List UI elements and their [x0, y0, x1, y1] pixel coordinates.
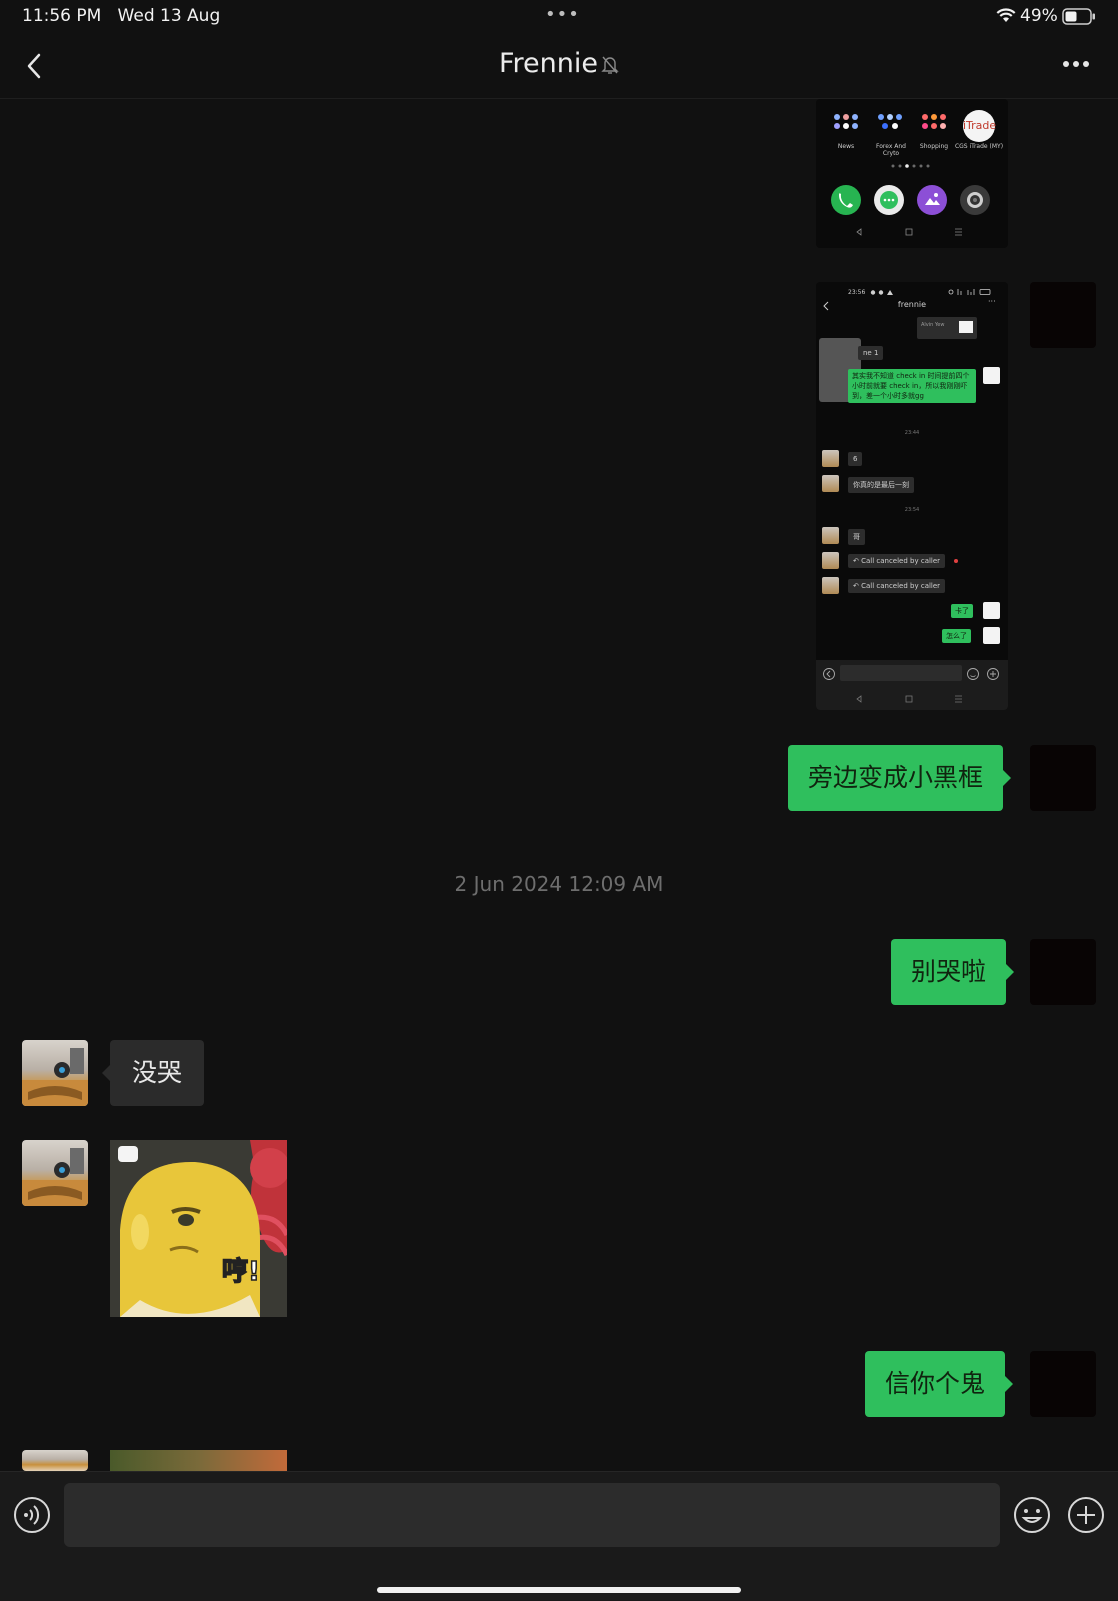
chat-timestamp: 2 Jun 2024 12:09 AM [454, 872, 664, 896]
mini-more-icon: ··· [988, 297, 996, 306]
mini-battery-icons [948, 289, 991, 295]
avatar-contact[interactable] [22, 1450, 88, 1471]
message-input[interactable] [64, 1483, 1000, 1547]
svg-text:哼!: 哼! [222, 1256, 260, 1287]
avatar-me[interactable] [1030, 1351, 1096, 1417]
mini-input-bar [816, 660, 1008, 710]
mini-timestamp: 23:54 [904, 507, 920, 513]
bell-slash-icon [601, 56, 619, 74]
folder-news-icon [832, 113, 860, 131]
home-indicator[interactable] [377, 1587, 741, 1593]
battery-percent: 49% [1020, 6, 1058, 26]
app-label: Shopping [919, 143, 949, 150]
itrade-logo: iTrade [963, 110, 996, 142]
input-bar [0, 1471, 1118, 1601]
mini-avatar-them [822, 450, 839, 467]
mini-avatar-me [983, 627, 1000, 644]
chat-header: Frennie [0, 34, 1118, 99]
message-bubble-outgoing[interactable]: 旁边变成小黑框 [788, 745, 1012, 811]
mini-bubble: ↶ Call canceled by caller [848, 554, 946, 568]
screenshot-image-chat[interactable]: 23:56 frennie ··· Alvin Yew ne 1 其实我不知道 … [816, 282, 1008, 710]
screenshot-image-home[interactable]: iTrade News Forex And Cryto Shopping CGS… [816, 99, 1008, 248]
mini-avatar-them [822, 475, 839, 492]
avatar-me[interactable] [1030, 282, 1096, 348]
image-message-partial[interactable] [110, 1450, 287, 1471]
mini-bubble-green: 其实我不知道 check in 时间提前四个小时前就要 check in，所以我… [848, 369, 976, 403]
android-nav-icon [856, 228, 962, 236]
gallery-icon [917, 185, 947, 215]
avatar-me[interactable] [1030, 939, 1096, 1005]
battery-icon [1062, 8, 1095, 25]
page-dots-icon [891, 164, 930, 168]
mini-status-icons [870, 290, 893, 295]
app-label: Forex And Cryto [875, 143, 906, 157]
mini-unread-dot [954, 559, 958, 563]
mini-avatar-them [822, 577, 839, 594]
mini-avatar-them [822, 527, 839, 544]
status-bar: 11:56 PM Wed 13 Aug ••• 49% [0, 0, 1118, 34]
wifi-icon [996, 8, 1016, 22]
avatar-contact[interactable] [22, 1140, 88, 1206]
app-label: CGS iTrade (MY) [954, 143, 1004, 150]
mini-bubble: ↶ Call canceled by caller [848, 579, 946, 593]
mini-time: 23:56 [848, 289, 866, 296]
mini-title: frennie [897, 300, 927, 309]
mini-timestamp: 23:44 [904, 430, 920, 436]
mini-bubble-green: 怎么了 [942, 629, 971, 643]
mini-bubble: ne 1 [858, 346, 884, 360]
mini-avatar-me [983, 602, 1000, 619]
mini-card: Alvin Yew [917, 317, 977, 339]
message-bubble-outgoing[interactable]: 信你个鬼 [865, 1351, 1014, 1417]
message-bubble-outgoing[interactable]: 别哭啦 [891, 939, 1015, 1005]
message-bubble-incoming[interactable]: 没哭 [101, 1040, 205, 1106]
voice-icon[interactable] [13, 1496, 51, 1534]
multitask-dots[interactable]: ••• [545, 4, 580, 25]
avatar-contact[interactable] [22, 1040, 88, 1106]
app-label: News [837, 143, 855, 150]
camera-icon [960, 185, 990, 215]
message-icon [874, 185, 904, 215]
phone-icon [831, 185, 861, 215]
mini-avatar-them [822, 552, 839, 569]
emoji-icon[interactable] [1013, 1496, 1051, 1534]
chat-title: Frennie [0, 48, 1118, 79]
mini-bubble-green: 卡了 [951, 604, 973, 618]
folder-forex-icon [876, 113, 904, 131]
mini-bubble: 哥 [848, 529, 865, 545]
status-time: 11:56 PM Wed 13 Aug [22, 6, 221, 26]
mini-bubble: 你真的是最后一刻 [848, 477, 914, 493]
sticker-image[interactable]: 哼! [110, 1140, 287, 1317]
mini-bubble: 6 [848, 452, 863, 466]
plus-icon[interactable] [1067, 1496, 1105, 1534]
avatar-me[interactable] [1030, 745, 1096, 811]
mini-avatar-me [983, 367, 1000, 384]
folder-shopping-icon [920, 113, 948, 131]
ellipsis-icon[interactable] [1062, 60, 1090, 68]
